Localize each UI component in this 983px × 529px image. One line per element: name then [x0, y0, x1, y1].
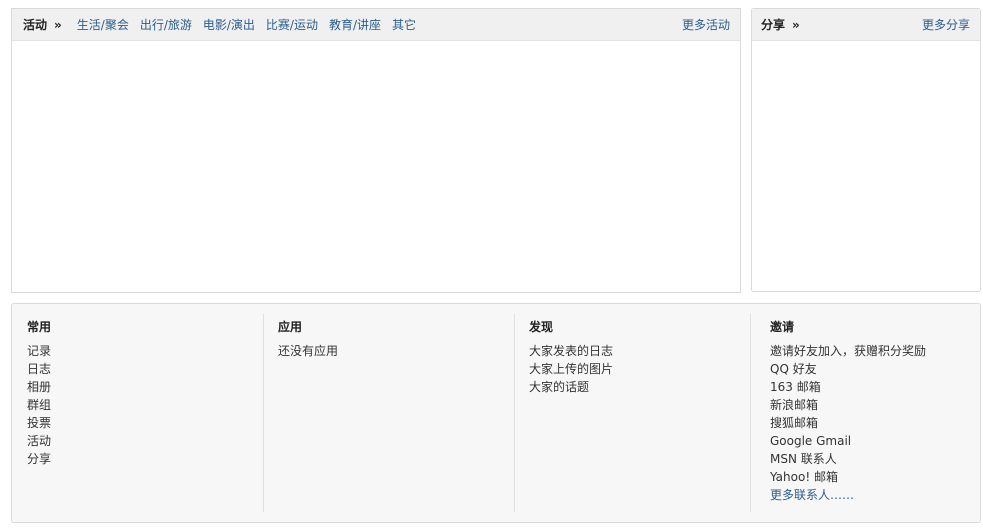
category-travel[interactable]: 出行/旅游	[140, 16, 192, 33]
share-panel: 分享 » 更多分享	[751, 8, 981, 292]
invite-item-yahoo[interactable]: Yahoo! 邮箱	[770, 468, 983, 486]
invite-column: 邀请 邀请好友加入，获赠积分奖励 QQ 好友 163 邮箱 新浪邮箱 搜狐邮箱 …	[750, 314, 983, 512]
invite-item-sohu[interactable]: 搜狐邮箱	[770, 414, 983, 432]
common-item-blog[interactable]: 日志	[27, 360, 262, 378]
discover-column: 发现 大家发表的日志 大家上传的图片 大家的话题	[514, 314, 764, 512]
category-other[interactable]: 其它	[392, 16, 416, 33]
share-title: 分享	[761, 18, 786, 32]
share-header: 分享 » 更多分享	[752, 9, 980, 41]
category-sports[interactable]: 比赛/运动	[266, 16, 318, 33]
invite-list: 邀请好友加入，获赠积分奖励 QQ 好友 163 邮箱 新浪邮箱 搜狐邮箱 Goo…	[770, 342, 983, 504]
invite-item-sina[interactable]: 新浪邮箱	[770, 396, 983, 414]
invite-item-163[interactable]: 163 邮箱	[770, 378, 983, 396]
discover-item-topics[interactable]: 大家的话题	[529, 378, 764, 396]
common-item-records[interactable]: 记录	[27, 342, 262, 360]
common-item-activity[interactable]: 活动	[27, 432, 262, 450]
discover-list: 大家发表的日志 大家上传的图片 大家的话题	[529, 342, 764, 396]
category-life-party[interactable]: 生活/聚会	[77, 16, 129, 33]
common-heading: 常用	[27, 320, 52, 334]
share-arrow: »	[792, 17, 800, 32]
common-item-share[interactable]: 分享	[27, 450, 262, 468]
common-item-poll[interactable]: 投票	[27, 414, 262, 432]
apps-list: 还没有应用	[278, 342, 528, 360]
invite-item-qq[interactable]: QQ 好友	[770, 360, 983, 378]
invite-item-more-contacts[interactable]: 更多联系人……	[770, 486, 983, 504]
apps-heading: 应用	[278, 320, 303, 334]
category-education[interactable]: 教育/讲座	[329, 16, 381, 33]
common-list: 记录 日志 相册 群组 投票 活动 分享	[27, 342, 262, 468]
activity-title: 活动	[23, 18, 48, 32]
common-item-album[interactable]: 相册	[27, 378, 262, 396]
common-column: 常用 记录 日志 相册 群组 投票 活动 分享	[27, 314, 262, 512]
invite-item-msn[interactable]: MSN 联系人	[770, 450, 983, 468]
category-movie-show[interactable]: 电影/演出	[203, 16, 255, 33]
discover-item-pictures[interactable]: 大家上传的图片	[529, 360, 764, 378]
discover-item-blogs[interactable]: 大家发表的日志	[529, 342, 764, 360]
invite-item-reward[interactable]: 邀请好友加入，获赠积分奖励	[770, 342, 983, 360]
invite-heading: 邀请	[770, 320, 795, 334]
more-shares-link[interactable]: 更多分享	[922, 16, 970, 33]
activity-panel: 活动 » 生活/聚会 出行/旅游 电影/演出 比赛/运动 教育/讲座 其它 更多…	[11, 8, 741, 293]
more-activities-link[interactable]: 更多活动	[682, 16, 730, 33]
bottom-panel: 常用 记录 日志 相册 群组 投票 活动 分享 应用 还没有应用 发现 大家发表…	[11, 303, 981, 523]
apps-empty-text: 还没有应用	[278, 344, 339, 358]
discover-heading: 发现	[529, 320, 554, 334]
activity-arrow: »	[54, 17, 62, 32]
apps-column: 应用 还没有应用	[263, 314, 528, 512]
common-item-groups[interactable]: 群组	[27, 396, 262, 414]
invite-item-gmail[interactable]: Google Gmail	[770, 432, 983, 450]
activity-header: 活动 » 生活/聚会 出行/旅游 电影/演出 比赛/运动 教育/讲座 其它 更多…	[12, 9, 740, 41]
